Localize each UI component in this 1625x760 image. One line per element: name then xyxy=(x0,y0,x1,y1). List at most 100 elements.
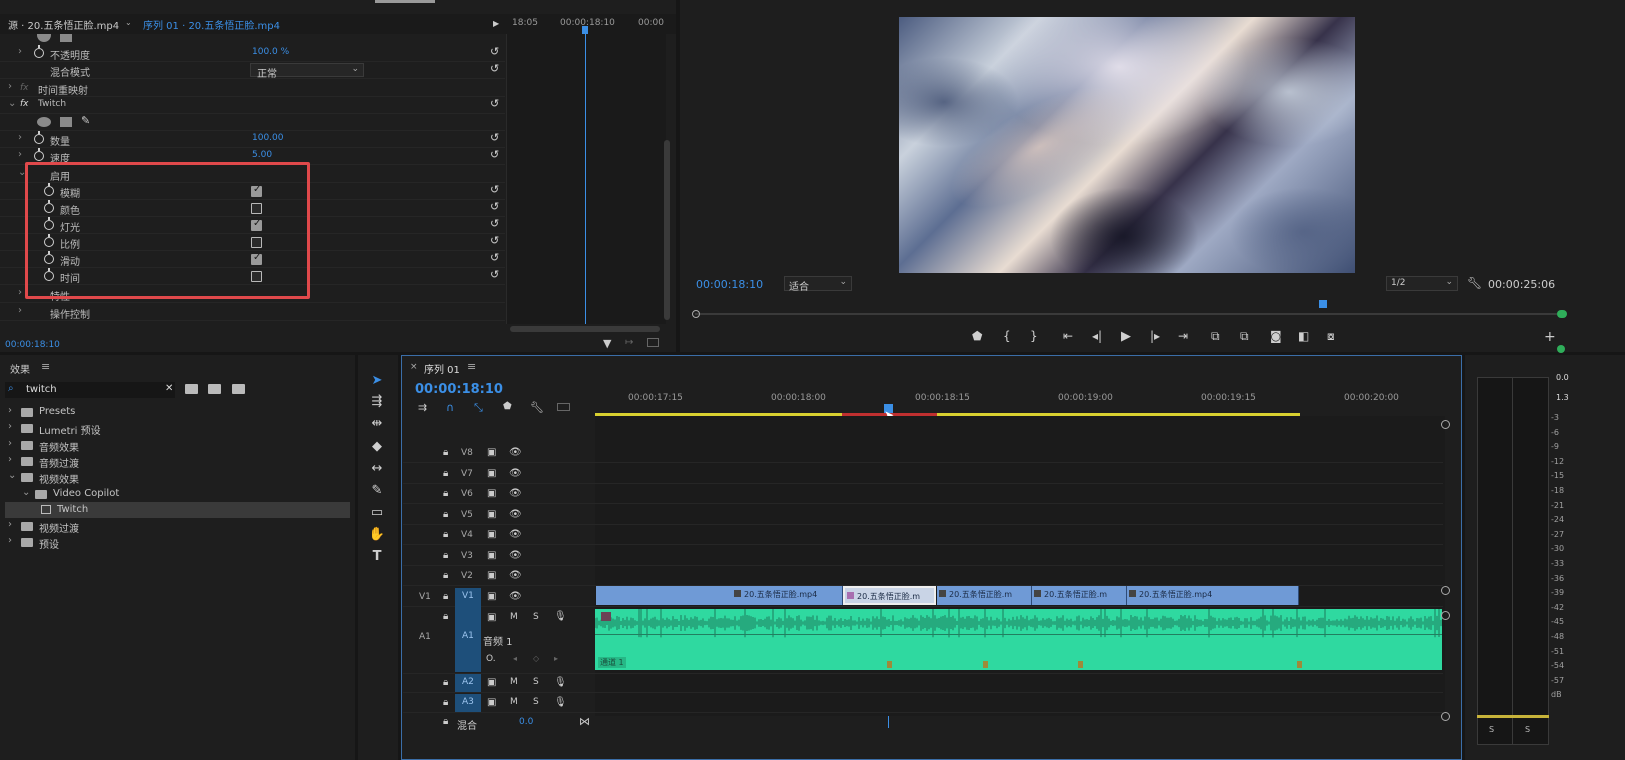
pen-tool-icon[interactable]: ✎ xyxy=(368,482,386,500)
chevron-down-icon[interactable]: ⌄ xyxy=(8,470,16,481)
chevron-right-icon[interactable]: › xyxy=(8,519,12,530)
rectangle-tool-icon[interactable]: ▭ xyxy=(368,504,386,522)
video-clip[interactable]: 20.五条悟正脸.m xyxy=(843,586,936,605)
sync-lock-icon[interactable]: ▣ xyxy=(487,468,496,479)
effects-tree-item[interactable]: › 音频过渡 xyxy=(5,453,350,470)
sync-lock-icon[interactable]: ▣ xyxy=(487,570,496,581)
microphone-icon[interactable]: 🎙︎ xyxy=(554,697,567,708)
program-scrubber[interactable] xyxy=(695,313,1557,315)
chevron-down-icon[interactable]: ⌄ xyxy=(22,487,30,498)
amount-value[interactable]: 100.00 xyxy=(252,133,284,143)
stopwatch-icon[interactable] xyxy=(34,148,44,161)
reset-icon[interactable]: ↺ xyxy=(490,98,502,110)
razor-tool-icon[interactable]: ◆ xyxy=(368,438,386,456)
audio-target[interactable]: A3 xyxy=(455,694,481,712)
fx-icon[interactable]: fx xyxy=(20,99,29,109)
video-clip[interactable]: 20.五条悟正脸.m xyxy=(1032,586,1127,605)
menu-icon[interactable]: ≡ xyxy=(41,360,50,373)
effects-tree-item[interactable]: › Presets xyxy=(5,404,350,420)
ec-h-scrollbar[interactable] xyxy=(510,326,660,332)
sync-lock-icon[interactable]: ▣ xyxy=(487,550,496,561)
a-scroll-bottom[interactable] xyxy=(1441,712,1450,721)
sync-lock-icon[interactable]: ▣ xyxy=(487,529,496,540)
close-tab-icon[interactable]: × xyxy=(410,362,418,372)
eye-icon[interactable]: 👁︎ xyxy=(509,570,522,581)
prev-keyframe-icon[interactable]: ◂ xyxy=(513,654,517,663)
video-clip[interactable]: 20.五条悟正脸.mp4 xyxy=(1127,586,1299,605)
sync-lock-icon[interactable]: ▣ xyxy=(487,488,496,499)
mute-button[interactable]: M xyxy=(510,677,518,687)
source-tab[interactable]: 源 · 20.五条悟正脸.mp4 xyxy=(8,17,119,32)
effects-tree-item[interactable]: › 音频效果 xyxy=(5,437,350,454)
eye-icon[interactable]: 👁︎ xyxy=(509,509,522,520)
lock-icon[interactable]: 🔒︎ xyxy=(443,716,448,727)
track-label[interactable]: V6 xyxy=(461,489,473,499)
reset-icon[interactable]: ↺ xyxy=(490,184,502,196)
solo-button[interactable]: S xyxy=(533,612,539,622)
sync-lock-icon[interactable]: ▣ xyxy=(487,509,496,520)
vr-icon[interactable]: ⧇ xyxy=(1327,329,1335,344)
effects-tree-item[interactable]: ⌄ Video Copilot xyxy=(5,486,350,502)
reset-icon[interactable]: ↺ xyxy=(490,46,502,58)
mute-button[interactable]: M xyxy=(510,612,518,622)
add-keyframe-icon[interactable]: ◇ xyxy=(533,654,539,663)
extract-icon[interactable]: ⧉ xyxy=(1240,329,1249,344)
eye-icon[interactable]: 👁︎ xyxy=(509,488,522,499)
reset-icon[interactable]: ↺ xyxy=(490,63,502,75)
eye-icon[interactable]: 👁︎ xyxy=(509,468,522,479)
audio-target[interactable]: A2 xyxy=(455,674,481,692)
time-remap-row[interactable]: › fx 时间重映射 xyxy=(0,80,505,97)
linked-selection-icon[interactable]: ⤡ xyxy=(474,401,483,415)
timeline-ruler[interactable] xyxy=(595,383,1445,415)
chevron-down-icon[interactable]: ⌄ xyxy=(125,18,132,27)
twitch-effect-row[interactable]: ⌄ fx Twitch ↺ xyxy=(0,97,505,114)
ec-scrollbar[interactable] xyxy=(664,140,670,320)
v-scroll-top[interactable] xyxy=(1441,420,1450,429)
lock-icon[interactable]: 🔒︎ xyxy=(443,488,448,499)
wrench-icon[interactable]: 🔧︎ xyxy=(530,401,544,414)
sequence-tab[interactable]: 序列 01 · 20.五条悟正脸.mp4 xyxy=(143,17,280,32)
effects-search-input[interactable]: ⌕ twitch ✕ xyxy=(5,382,175,398)
camera-icon[interactable]: ◙ xyxy=(1270,329,1282,343)
reset-icon[interactable]: ↺ xyxy=(490,252,502,264)
a1-target[interactable]: A1 xyxy=(455,606,481,672)
sequence-tab[interactable]: 序列 01 xyxy=(424,361,460,376)
filter-icon[interactable]: ▼ xyxy=(603,337,611,350)
lock-icon[interactable]: 🔒︎ xyxy=(443,447,448,458)
rectangle-mask-icon[interactable] xyxy=(60,117,72,127)
play-only-icon[interactable]: ▶ xyxy=(493,19,499,28)
program-playhead[interactable] xyxy=(1319,300,1327,308)
eye-icon[interactable]: 👁︎ xyxy=(509,591,522,602)
chevron-right-icon[interactable]: › xyxy=(8,405,12,416)
resolution-select[interactable]: 1/2 ⌄ xyxy=(1386,276,1458,291)
slip-tool-icon[interactable]: ↔ xyxy=(368,460,386,478)
sync-lock-icon[interactable]: ▣ xyxy=(487,447,496,458)
track-label[interactable]: V8 xyxy=(461,448,473,458)
go-to-in-icon[interactable]: ⇤ xyxy=(1063,329,1073,343)
pen-mask-icon[interactable]: ✎ xyxy=(81,114,90,127)
captions-icon[interactable] xyxy=(557,403,570,411)
track-label[interactable]: V4 xyxy=(461,530,473,540)
sync-lock-icon[interactable]: ▣ xyxy=(487,697,496,708)
mark-out-icon[interactable]: } xyxy=(1030,329,1038,343)
hand-tool-icon[interactable]: ✋ xyxy=(368,526,386,544)
yuv-effects-icon[interactable] xyxy=(232,384,245,394)
timeline-timecode[interactable]: 00:00:18:10 xyxy=(415,382,503,397)
effects-tree-item[interactable]: › 视频过渡 xyxy=(5,518,350,535)
lock-icon[interactable]: 🔒︎ xyxy=(443,570,448,581)
nest-icon[interactable]: ⇉ xyxy=(418,401,427,414)
clear-search-icon[interactable]: ✕ xyxy=(165,383,173,394)
video-clip[interactable]: 20.五条悟正脸.m xyxy=(937,586,1032,605)
compare-icon[interactable]: ◧ xyxy=(1298,329,1309,343)
reset-icon[interactable]: ↺ xyxy=(490,218,502,230)
ripple-edit-tool-icon[interactable]: ⇹ xyxy=(368,415,386,433)
lock-icon[interactable]: 🔒︎ xyxy=(443,509,448,520)
lift-icon[interactable]: ⧉ xyxy=(1211,329,1220,344)
v1-source-patch[interactable]: V1 xyxy=(419,592,431,602)
track-label[interactable]: V2 xyxy=(461,571,473,581)
add-button-icon[interactable]: + xyxy=(1544,329,1556,345)
audio-clip[interactable]: 通道 1 xyxy=(595,609,1442,670)
lock-icon[interactable]: 🔒︎ xyxy=(443,677,448,688)
chevron-right-icon[interactable]: › xyxy=(8,421,12,432)
snap-icon[interactable]: ∩ xyxy=(446,401,454,414)
